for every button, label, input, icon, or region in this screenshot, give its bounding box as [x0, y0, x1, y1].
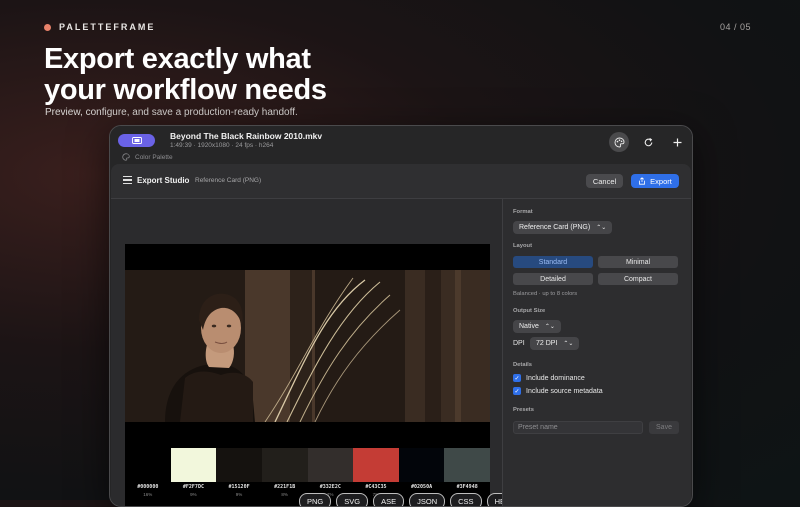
export-studio-sheet: Export Studio Reference Card (PNG) Cance… [111, 164, 691, 506]
format-select-value: Reference Card (PNG) [519, 224, 591, 231]
refresh-button[interactable] [638, 132, 658, 152]
swatch-hex: #02050A [411, 484, 433, 490]
film-still-image [125, 270, 490, 422]
brand-dot [44, 23, 51, 31]
layout-option-standard[interactable]: Standard [513, 256, 593, 268]
title-bar: Beyond The Black Rainbow 2010.mkv 1:49:3… [110, 126, 692, 164]
details-section-label: Details [513, 362, 533, 368]
palette-button[interactable] [609, 132, 629, 152]
palette-swatch [307, 448, 354, 482]
swatch-hex: #C43C35 [365, 484, 387, 490]
layout-hint: Balanced · up to 8 colors [513, 291, 578, 297]
file-title: Beyond The Black Rainbow 2010.mkv [170, 131, 323, 141]
subheadline: Preview, configure, and save a productio… [45, 107, 298, 118]
metadata-checkbox-row[interactable]: ✓ Include source metadata [513, 387, 603, 395]
palette-swatch [444, 448, 490, 482]
format-select[interactable]: Reference Card (PNG) ⌃⌄ [513, 221, 613, 234]
reference-card-preview: #000000 16% #F2F7DC 9% #15120F 9% #221F1B 8% #33… [125, 244, 490, 506]
preset-name-input[interactable]: Preset name [513, 421, 643, 434]
dominance-checkbox-row[interactable]: ✓ Include dominance [513, 374, 585, 382]
layout-section-label: Layout [513, 243, 533, 249]
export-button-label: Export [650, 176, 672, 186]
dpi-value: 72 DPI [536, 340, 558, 347]
file-meta: 1:49:39 · 1920x1080 · 24 fps · h264 [170, 142, 274, 149]
chevron-updown-icon: ⌃⌄ [544, 324, 555, 330]
layout-option-compact[interactable]: Compact [598, 273, 678, 285]
swatch-percent: 9% [190, 492, 197, 497]
format-section-label: Format [513, 209, 533, 215]
presets-section-label: Presets [513, 407, 534, 413]
settings-panel: Format Reference Card (PNG) ⌃⌄ Layout St… [502, 199, 691, 506]
palette-swatch [353, 448, 399, 482]
layout-option-minimal[interactable]: Minimal [598, 256, 678, 268]
palette-icon [122, 153, 130, 161]
palette-swatch [170, 448, 217, 482]
swatch-percent: 9% [235, 492, 243, 497]
chevron-updown-icon: ⌃⌄ [563, 341, 574, 347]
palette-swatch [216, 448, 262, 482]
film-icon [131, 137, 142, 144]
refresh-icon [644, 137, 652, 146]
swatch-row [125, 448, 490, 482]
layout-option-detailed[interactable]: Detailed [513, 273, 593, 285]
dominance-checkbox-label: Include dominance [526, 374, 585, 382]
checkmark-icon[interactable]: ✓ [513, 387, 521, 395]
export-button[interactable]: Export [631, 174, 679, 188]
metadata-checkbox-label: Include source metadata [526, 387, 603, 395]
chevron-updown-icon: ⌃⌄ [596, 225, 607, 231]
output-size-value: Native [519, 323, 539, 330]
menu-icon[interactable] [123, 176, 132, 184]
palette-icon [614, 137, 624, 147]
sheet-subtitle: Reference Card (PNG) [195, 177, 262, 184]
brand-name: PALETTEFRAME [59, 22, 156, 32]
add-button[interactable] [667, 132, 687, 152]
palette-swatch [261, 448, 308, 482]
plus-icon [673, 138, 681, 146]
dpi-label: DPI [513, 340, 525, 347]
palette-swatch [125, 448, 171, 482]
swatch-hex: #000000 [137, 484, 159, 490]
swatch-hex: #3F4948 [456, 484, 478, 490]
brand: PALETTEFRAME [44, 22, 155, 32]
output-size-label: Output Size [513, 308, 546, 314]
cancel-button[interactable]: Cancel [586, 174, 623, 188]
swatch-label: #15120F 9% [216, 484, 262, 497]
color-palette-label: Color Palette [122, 153, 173, 161]
headline: Export exactly what your workflow needs [44, 44, 327, 106]
swatch-hex: #F2F7DC [182, 484, 204, 490]
swatch-label: #000000 16% [125, 484, 171, 497]
output-size-select[interactable]: Native ⌃⌄ [513, 320, 561, 333]
sheet-title: Export Studio [137, 176, 190, 185]
file-pill[interactable] [118, 134, 155, 147]
swatch-hex: #332E2C [319, 484, 341, 490]
headline-line-2: your workflow needs [44, 74, 327, 106]
sheet-header: Export Studio Reference Card (PNG) Cance… [111, 164, 691, 199]
preset-save-button[interactable]: Save [649, 421, 679, 434]
swatch-label: #F2F7DC 9% [171, 484, 217, 497]
app-window: Beyond The Black Rainbow 2010.mkv 1:49:3… [109, 125, 693, 507]
swatch-hex: #15120F [228, 484, 250, 490]
page-indicator: 04 / 05 [719, 22, 751, 32]
palette-swatch [398, 448, 445, 482]
checkmark-icon[interactable]: ✓ [513, 374, 521, 382]
headline-line-1: Export exactly what [44, 43, 311, 75]
film-frame [125, 270, 490, 422]
sub-label-text: Color Palette [135, 153, 173, 161]
preview-area: #000000 16% #F2F7DC 9% #15120F 9% #221F1B 8% #33… [111, 199, 518, 506]
swatch-hex: #221F1B [274, 484, 296, 490]
dpi-select[interactable]: 72 DPI ⌃⌄ [530, 337, 580, 350]
swatch-percent: 16% [143, 492, 153, 497]
share-icon [639, 177, 646, 185]
